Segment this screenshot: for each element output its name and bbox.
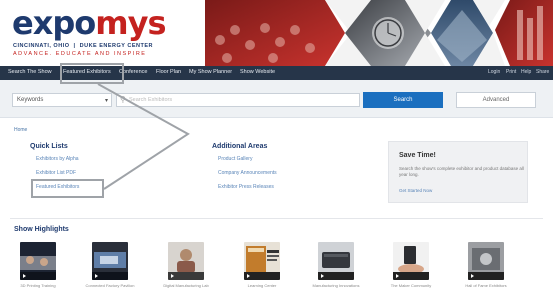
advanced-search-button[interactable]: Advanced (456, 92, 536, 108)
highlight-caption-3[interactable]: Digital Manufacturing Lab (158, 283, 214, 288)
search-bar: Keywords ▾ ⚲ Search Exhibitors Search Ad… (0, 80, 553, 118)
highlight-thumb-6[interactable] (393, 242, 429, 280)
search-scope-value: Keywords (17, 97, 44, 103)
link-exhibitor-list-pdf[interactable]: Exhibitor List PDF (36, 170, 76, 176)
nav-login-link[interactable]: Login (488, 69, 500, 75)
highlight-thumb-4[interactable] (244, 242, 280, 280)
highlight-caption-6[interactable]: The Maker Community (383, 283, 439, 288)
nav-search-the-show[interactable]: Search The Show (8, 69, 52, 75)
highlight-thumb-1[interactable] (20, 242, 56, 280)
main-nav-bar: Search The Show Featured Exhibitors Conf… (0, 66, 553, 80)
nav-featured-exhibitors[interactable]: Featured Exhibitors (63, 69, 111, 75)
section-divider (10, 218, 543, 219)
nav-floor-plan[interactable]: Floor Plan (156, 69, 181, 75)
nav-my-show-planner[interactable]: My Show Planner (189, 69, 232, 75)
highlight-caption-2[interactable]: Connected Factory Pavilion (82, 283, 138, 288)
device-photo-thumb-icon (318, 242, 354, 280)
quick-lists-title: Quick Lists (30, 143, 68, 150)
link-exhibitors-by-alpha[interactable]: Exhibitors by Alpha (36, 156, 79, 162)
3d-printed-book-thumb-icon (244, 242, 280, 280)
nav-help-link[interactable]: Help (521, 69, 531, 75)
logo-mys-text: mys (95, 4, 166, 42)
tagline-left: CINCINNATI, OHIO (13, 43, 70, 49)
search-scope-select[interactable]: Keywords ▾ (12, 93, 112, 107)
site-header: expomys CINCINNATI, OHIO | DUKE ENERGY C… (0, 0, 553, 66)
nav-print-link[interactable]: Print (506, 69, 516, 75)
nav-show-website[interactable]: Show Website (240, 69, 275, 75)
link-company-announcements[interactable]: Company Announcements (218, 170, 277, 176)
link-exhibitor-press-releases[interactable]: Exhibitor Press Releases (218, 184, 274, 190)
tagline-location: CINCINNATI, OHIO | DUKE ENERGY CENTER (13, 43, 154, 49)
highlight-thumb-5[interactable] (318, 242, 354, 280)
video-thumb-icon (92, 242, 128, 280)
additional-areas-title: Additional Areas (212, 143, 268, 150)
save-time-title: Save Time! (399, 152, 436, 159)
tagline-motto: ADVANCE. EDUCATE AND INSPIRE (13, 51, 147, 57)
highlight-thumb-7[interactable] (468, 242, 504, 280)
save-time-get-started-link[interactable]: Get Started Now (399, 188, 432, 193)
machinery-photo-thumb-icon (468, 242, 504, 280)
logo-expo-text: expo (12, 4, 96, 42)
highlight-caption-7[interactable]: Hall of Fame Exhibitors (458, 283, 514, 288)
conference-photo-thumb-icon (20, 242, 56, 280)
link-featured-exhibitors[interactable]: Featured Exhibitors (36, 184, 79, 190)
header-banner-image (205, 0, 553, 66)
expomys-logo[interactable]: expomys (12, 4, 166, 42)
highlight-caption-5[interactable]: Manufacturing Innovations (308, 283, 364, 288)
show-highlights-title: Show Highlights (14, 226, 69, 233)
nav-share-link[interactable]: Share (536, 69, 549, 75)
highlight-thumb-3[interactable] (168, 242, 204, 280)
highlight-thumb-2[interactable] (92, 242, 128, 280)
save-time-panel: Save Time! Search the show's complete ex… (388, 141, 528, 203)
link-product-gallery[interactable]: Product Gallery (218, 156, 252, 162)
search-placeholder: Search Exhibitors (129, 97, 173, 103)
nav-conference[interactable]: Conference (119, 69, 147, 75)
highlight-caption-1[interactable]: 3D Printing Training (10, 283, 66, 288)
breadcrumb-home[interactable]: Home (14, 127, 27, 133)
person-photo-thumb-icon (168, 242, 204, 280)
hand-device-thumb-icon (393, 242, 429, 280)
highlight-caption-4[interactable]: Learning Center (234, 283, 290, 288)
tagline-right: DUKE ENERGY CENTER (79, 43, 154, 49)
search-button[interactable]: Search (363, 92, 443, 108)
save-time-description: Search the show's complete exhibitor and… (399, 166, 524, 177)
search-input[interactable]: ⚲ Search Exhibitors (116, 93, 360, 107)
search-icon: ⚲ (120, 95, 126, 104)
chevron-down-icon: ▾ (104, 98, 108, 104)
